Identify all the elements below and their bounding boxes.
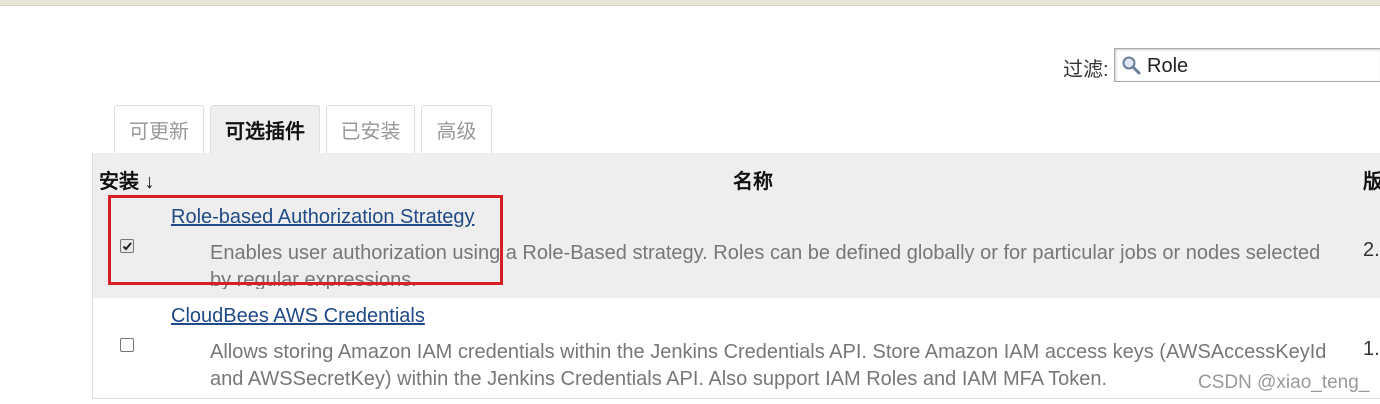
watermark: CSDN @xiao_teng_: [1198, 372, 1370, 393]
table-header: 安装 ↓ 名称 版: [93, 153, 1380, 199]
filter-input[interactable]: Role: [1114, 48, 1380, 82]
magnifier-icon: [1121, 55, 1141, 75]
tab-available[interactable]: 可选插件: [210, 105, 320, 153]
highlight-box: [108, 195, 503, 285]
header-name[interactable]: 名称: [733, 165, 773, 194]
header-version[interactable]: 版: [1363, 165, 1380, 194]
plugin-version: 1.: [1363, 338, 1380, 360]
tab-updates[interactable]: 可更新: [114, 105, 204, 153]
tab-advanced[interactable]: 高级: [421, 105, 492, 153]
top-border: [0, 0, 1380, 6]
tab-installed[interactable]: 已安装: [326, 105, 415, 153]
plugin-name-link[interactable]: CloudBees AWS Credentials: [171, 305, 425, 328]
filter-label: 过滤:: [1063, 59, 1109, 81]
plugin-description: Allows storing Amazon IAM credentials wi…: [210, 341, 1327, 390]
header-install[interactable]: 安装 ↓: [99, 165, 155, 194]
filter-value: Role: [1147, 55, 1189, 77]
table-row: CloudBees AWS Credentials Allows storing…: [93, 298, 1380, 398]
plugin-version: 2.: [1363, 239, 1380, 261]
install-checkbox[interactable]: [120, 338, 134, 352]
